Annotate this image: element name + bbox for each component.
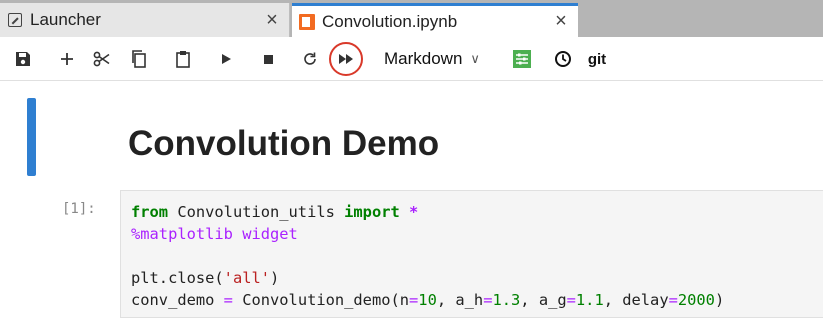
- tab-label: Launcher: [30, 10, 101, 29]
- tab-bar: Launcher × Convolution.ipynb ×: [0, 0, 823, 37]
- active-cell-indicator[interactable]: [27, 98, 36, 176]
- paste-button[interactable]: [168, 37, 198, 81]
- tab-launcher[interactable]: Launcher ×: [0, 3, 290, 37]
- stop-button[interactable]: [253, 37, 283, 81]
- restart-icon: [304, 52, 316, 65]
- copy-icon: [132, 50, 146, 68]
- property-inspector-button[interactable]: [508, 37, 536, 81]
- notebook-icon: [292, 6, 322, 37]
- markdown-heading: Convolution Demo: [128, 124, 440, 163]
- code-token: 'all': [223, 269, 271, 287]
- property-inspector-icon: [513, 50, 531, 68]
- history-icon: [555, 51, 571, 67]
- code-token: =: [409, 291, 419, 309]
- code-token: 1.1: [575, 291, 604, 309]
- code-token: from: [131, 203, 169, 221]
- copy-button[interactable]: [124, 37, 154, 81]
- code-token: %matplotlib widget: [131, 225, 298, 243]
- code-token: Convolution_utils: [168, 203, 345, 221]
- add-cell-button[interactable]: [52, 37, 82, 81]
- code-token: plt.close(: [131, 269, 224, 287]
- code-token: 2000: [677, 291, 715, 309]
- code-token: =: [223, 291, 233, 309]
- code-token: 1.3: [492, 291, 521, 309]
- code-editor[interactable]: from Convolution_utils import * %matplot…: [131, 201, 724, 311]
- cut-icon: [93, 51, 110, 67]
- cut-button[interactable]: [87, 37, 117, 81]
- close-icon[interactable]: ×: [544, 10, 578, 33]
- run-all-button[interactable]: [331, 37, 361, 81]
- code-token: , a_g: [520, 291, 567, 309]
- code-cell[interactable]: from Convolution_utils import * %matplot…: [120, 190, 823, 318]
- add-cell-icon: [61, 53, 73, 65]
- execution-prompt: [1]:: [62, 201, 96, 217]
- stop-icon: [263, 54, 273, 64]
- restart-kernel-button[interactable]: [295, 37, 325, 81]
- paste-icon: [176, 51, 190, 68]
- code-token: import: [344, 203, 400, 221]
- launcher-icon: [0, 3, 30, 37]
- history-button[interactable]: [550, 37, 576, 81]
- git-label: git: [587, 50, 607, 68]
- git-button[interactable]: git: [584, 37, 610, 81]
- code-token: Convolution_demo(n: [232, 291, 410, 309]
- tab-label: Convolution.ipynb: [322, 11, 458, 31]
- tab-convolution-notebook[interactable]: Convolution.ipynb ×: [292, 3, 578, 37]
- code-token: , delay: [603, 291, 669, 309]
- cell-type-value: Markdown: [384, 49, 463, 68]
- close-icon[interactable]: ×: [255, 9, 289, 32]
- code-token: ): [714, 291, 725, 309]
- save-icon: [16, 52, 30, 66]
- cell-type-dropdown[interactable]: Markdown ∨: [384, 37, 480, 81]
- code-token: 10: [418, 291, 437, 309]
- code-token: ): [270, 269, 280, 287]
- save-button[interactable]: [8, 37, 38, 81]
- chevron-down-icon: ∨: [470, 51, 480, 66]
- code-token: =: [668, 291, 678, 309]
- code-token: , a_h: [436, 291, 484, 309]
- code-token: =: [566, 291, 576, 309]
- run-icon: [222, 54, 231, 64]
- notebook-toolbar: Markdown ∨ git: [0, 37, 823, 81]
- code-token: conv_demo: [131, 291, 224, 309]
- run-button[interactable]: [211, 37, 241, 81]
- run-all-icon: [339, 54, 353, 64]
- code-token: *: [409, 203, 419, 221]
